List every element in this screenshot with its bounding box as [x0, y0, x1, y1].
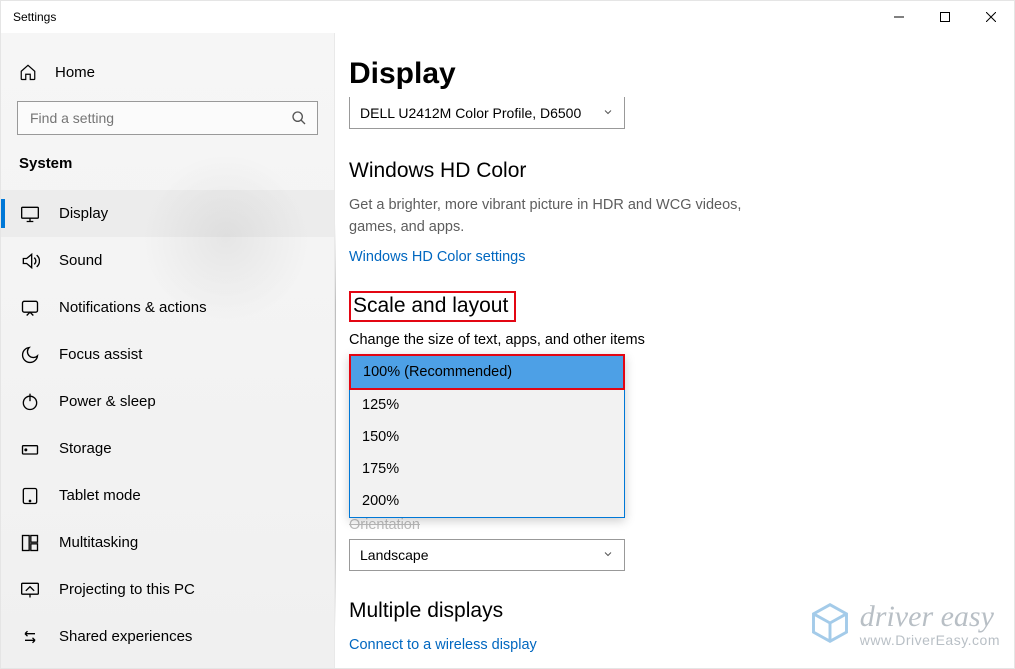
search-box[interactable] [17, 101, 318, 135]
watermark-line1: driver easy [860, 602, 1000, 632]
window-controls [876, 1, 1014, 33]
content-area: Display DELL U2412M Color Profile, D6500… [334, 33, 1014, 668]
scale-title: Scale and layout [353, 294, 508, 318]
orientation-dropdown[interactable]: Landscape [349, 539, 625, 571]
sidebar-item-label: Display [59, 205, 108, 222]
hd-color-desc: Get a brighter, more vibrant picture in … [349, 195, 769, 239]
sidebar-item-label: Power & sleep [59, 393, 156, 410]
divider-shadow [335, 223, 336, 628]
scale-option-150[interactable]: 150% [350, 421, 624, 453]
sidebar-item-projecting[interactable]: Projecting to this PC [1, 566, 334, 613]
shared-icon [19, 627, 41, 647]
sidebar-item-label: Sound [59, 252, 102, 269]
sidebar-item-display[interactable]: Display [1, 190, 334, 237]
search-input[interactable] [28, 109, 291, 127]
sidebar-item-power-sleep[interactable]: Power & sleep [1, 378, 334, 425]
sidebar-item-multitasking[interactable]: Multitasking [1, 519, 334, 566]
minimize-button[interactable] [876, 1, 922, 33]
home-icon [19, 63, 41, 81]
orientation-value: Landscape [360, 547, 602, 563]
sidebar-item-label: Tablet mode [59, 487, 141, 504]
minimize-icon [894, 12, 904, 22]
scale-title-highlight: Scale and layout [349, 291, 516, 322]
chevron-down-icon [602, 105, 614, 121]
chevron-down-icon [602, 547, 614, 563]
sidebar-item-label: Notifications & actions [59, 299, 207, 316]
window-title: Settings [1, 10, 56, 24]
multitasking-icon [19, 533, 41, 553]
projecting-icon [19, 580, 41, 600]
sidebar-item-notifications[interactable]: Notifications & actions [1, 284, 334, 331]
sidebar-item-focus-assist[interactable]: Focus assist [1, 331, 334, 378]
scale-option-175[interactable]: 175% [350, 453, 624, 485]
storage-icon [19, 439, 41, 459]
wireless-display-link[interactable]: Connect to a wireless display [349, 637, 537, 653]
page-title: Display [349, 57, 986, 91]
maximize-icon [940, 12, 950, 22]
scale-option-100[interactable]: 100% (Recommended) [349, 354, 625, 390]
focus-assist-icon [19, 345, 41, 365]
search-icon [291, 110, 307, 126]
color-profile-dropdown[interactable]: DELL U2412M Color Profile, D6500 [349, 97, 625, 129]
sidebar-item-label: Storage [59, 440, 112, 457]
sidebar-item-label: Multitasking [59, 534, 138, 551]
sidebar-item-label: Focus assist [59, 346, 142, 363]
multiple-displays-title: Multiple displays [349, 599, 503, 623]
sound-icon [19, 251, 41, 271]
orientation-label: Orientation [349, 517, 986, 533]
scale-option-125[interactable]: 125% [350, 389, 624, 421]
scale-change-label: Change the size of text, apps, and other… [349, 332, 986, 348]
display-icon [19, 204, 41, 224]
tablet-icon [19, 486, 41, 506]
sidebar-item-tablet-mode[interactable]: Tablet mode [1, 472, 334, 519]
notifications-icon [19, 298, 41, 318]
scale-option-200[interactable]: 200% [350, 485, 624, 517]
sidebar-item-label: Projecting to this PC [59, 581, 195, 598]
hd-color-link[interactable]: Windows HD Color settings [349, 249, 525, 265]
close-button[interactable] [968, 1, 1014, 33]
power-icon [19, 392, 41, 412]
home-button[interactable]: Home [1, 53, 334, 97]
home-label: Home [55, 64, 95, 81]
sidebar-item-sound[interactable]: Sound [1, 237, 334, 284]
color-profile-value: DELL U2412M Color Profile, D6500 [360, 105, 602, 121]
titlebar: Settings [1, 1, 1014, 33]
close-icon [986, 12, 996, 22]
sidebar: Home System Display Sound Notificati [1, 33, 334, 668]
scale-dropdown[interactable]: 100% (Recommended) 125% 150% 175% 200% [349, 354, 625, 518]
sidebar-item-label: Shared experiences [59, 628, 192, 645]
category-header: System [1, 149, 334, 190]
scale-listbox: 100% (Recommended) 125% 150% 175% 200% [349, 354, 625, 518]
sidebar-item-shared-experiences[interactable]: Shared experiences [1, 613, 334, 660]
hd-color-title: Windows HD Color [349, 159, 526, 183]
maximize-button[interactable] [922, 1, 968, 33]
sidebar-item-storage[interactable]: Storage [1, 425, 334, 472]
